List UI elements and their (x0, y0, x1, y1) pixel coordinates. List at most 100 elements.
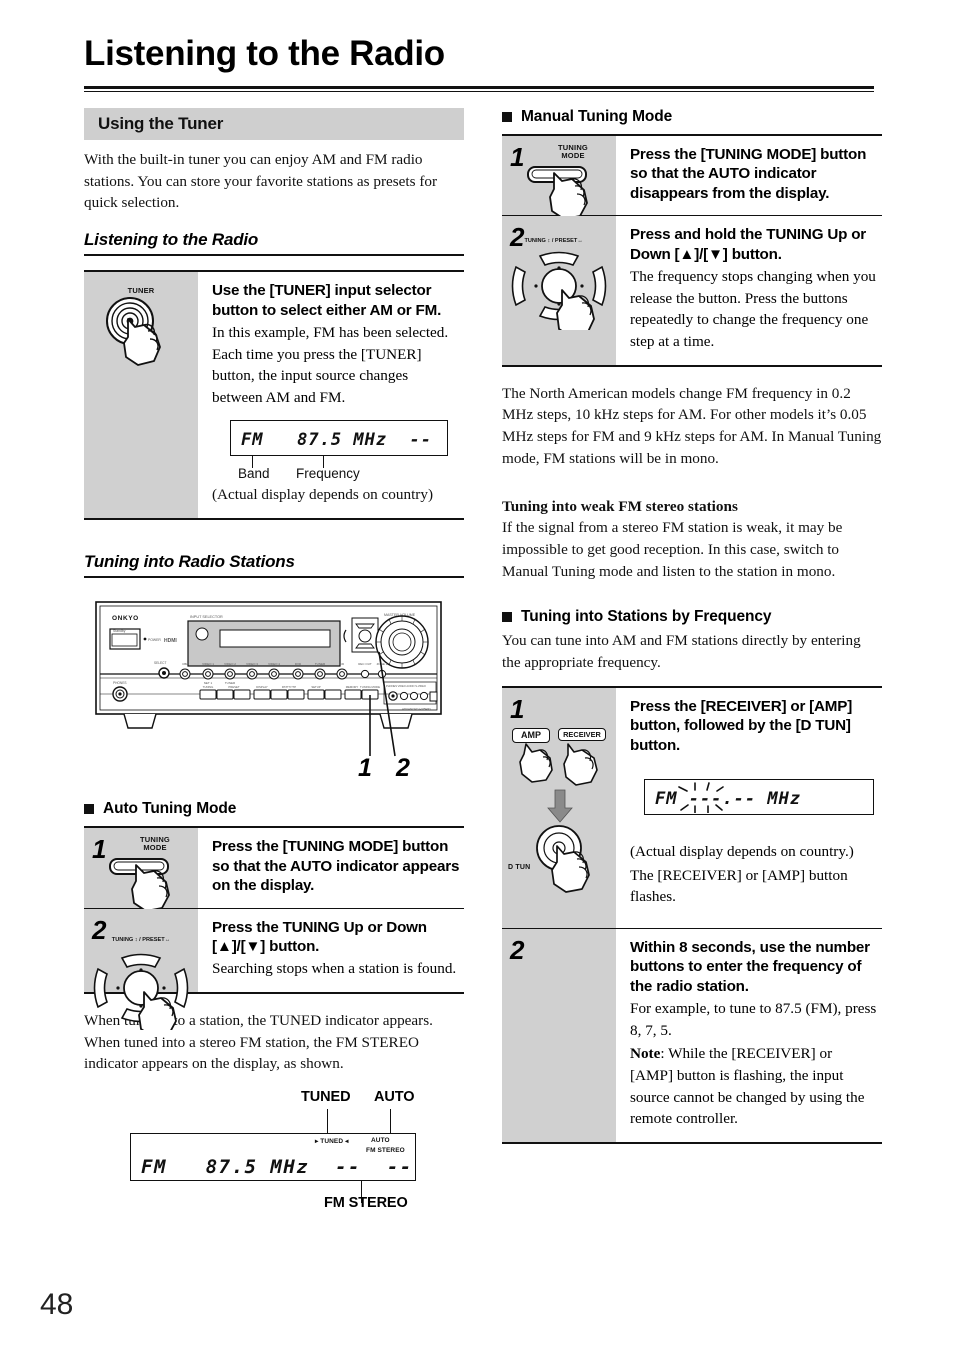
flashing-indicator-icon (678, 782, 724, 814)
page-number: 48 (40, 1288, 74, 1321)
svg-text:ONKYO: ONKYO (112, 615, 139, 622)
svg-text:TUNING MODE: TUNING MODE (360, 685, 380, 689)
step-desc-text: Searching stops when a station is found. (212, 960, 457, 978)
by-frequency-intro: You can tune into AM and FM stations dir… (502, 632, 861, 672)
square-bullet-icon (502, 612, 512, 623)
manual-step2-content: Press and hold the TUNING Up or Down [▲]… (616, 216, 882, 364)
left-column: Using the Tuner With the built-in tuner … (84, 108, 464, 1211)
manual-tuning-mode-label: Manual Tuning Mode (521, 108, 673, 125)
manual-step1-illustration-cell: 1 TUNING MODE (502, 136, 616, 220)
auto-tuning-mode-label: Auto Tuning Mode (103, 800, 237, 818)
weak-fm-paragraph: If the signal from a stereo FM station i… (502, 519, 843, 580)
svg-text:HDMI: HDMI (164, 638, 177, 644)
step-bold-text: Press the TUNING Up or Down [▲]/[▼] butt… (212, 918, 427, 955)
svg-text:MEMORY: MEMORY (346, 685, 359, 689)
step-number: 2 (510, 934, 525, 965)
freq-step2-illustration-cell: 2 (502, 928, 616, 1142)
step-row: 2 TUNING ↕ / PRESET↔ (502, 216, 882, 365)
subheading-tuning-into-radio-stations: Tuning into Radio Stations (84, 552, 464, 579)
tuner-step-table: TUNER Use the [TUNER] input selector but… (84, 270, 464, 521)
by-frequency-label: Tuning into Stations by Frequency (521, 608, 772, 626)
svg-text:ZONE 2: ZONE 2 (377, 662, 388, 666)
weak-fm-heading: Tuning into weak FM stereo stations (502, 497, 738, 515)
step-row: 2 Within 8 seconds, use the number butto… (502, 928, 882, 1142)
svg-text:DVD: DVD (295, 662, 302, 666)
frequency-entry-lcd-display: FM ---.-- MHz (644, 779, 874, 816)
by-frequency-steps-table: 1 AMP RECEIVER D TUN Press the [RECEIVER… (502, 685, 882, 1144)
freq-step1-illustration-cell: 1 AMP RECEIVER D TUN (502, 687, 616, 928)
tuner-lcd-footnote: (Actual display depends on country) (212, 486, 434, 504)
freq-step1-desc-2: The [RECEIVER] or [AMP] button flashes. (630, 866, 848, 906)
manual-page: Listening to the Radio Using the Tuner W… (0, 0, 954, 1348)
step-row: 1 AMP RECEIVER D TUN Press the [RECEIVER… (502, 687, 882, 929)
svg-text:ADVANCED HYBRID: ADVANCED HYBRID (402, 707, 431, 711)
tuner-step-bold: Use the [TUNER] input selector button to… (212, 282, 442, 319)
lcd-indicator-fm-stereo: FM STEREO (366, 1147, 405, 1155)
step-row: 2 TUNING ↕ / PRESET↔ (84, 908, 464, 1038)
svg-text:PHONES VIDEO AUDIO S-VID: PHONES VIDEO AUDIO S-VIDEO (386, 684, 426, 688)
manual-tuning-steps-table: 1 TUNING MODE Press the [TUNING MODE] bu… (502, 134, 882, 367)
tuned-lcd-display: ▸ TUNED ◂ AUTO FM STEREO FM 87.5 MHz -- … (130, 1133, 416, 1182)
note-body: : While the [RECEIVER] or [AMP] button i… (630, 1045, 865, 1128)
receiver-callout-1: 1 (358, 754, 372, 783)
frequency-steps-paragraph: The North American models change FM freq… (502, 384, 882, 467)
square-bullet-icon (84, 804, 94, 815)
lcd-indicator-tuned: ▸ TUNED ◂ (315, 1138, 349, 1146)
svg-text:REC OUT: REC OUT (358, 662, 372, 666)
auto-step2-content: Press the TUNING Up or Down [▲]/[▼] butt… (198, 909, 464, 992)
dpad-label: TUNING ↕ / PRESET↔ (111, 936, 171, 943)
frequency-label: Frequency (296, 466, 360, 482)
svg-text:SELECT: SELECT (154, 661, 166, 665)
svg-text:VIDEO 2: VIDEO 2 (224, 662, 236, 666)
step-bold-text: Within 8 seconds, use the number buttons… (630, 938, 870, 995)
svg-text:RT/PTY/TP: RT/PTY/TP (282, 685, 296, 689)
step-bold-text: Press the [TUNING MODE] button so that t… (630, 146, 867, 202)
step-bold-text: Press the [RECEIVER] or [AMP] button, fo… (630, 697, 853, 754)
freq-step2-note: Note: While the [RECEIVER] or [AMP] butt… (630, 1043, 878, 1129)
title-divider (84, 86, 874, 92)
manual-step1-content: Press the [TUNING MODE] button so that t… (616, 136, 882, 215)
freq-step1-desc-1: (Actual display depends on country.) (630, 843, 854, 861)
tuned-leader-line (327, 1109, 329, 1134)
tuned-lcd-text: FM 87.5 MHz -- -- (141, 1156, 413, 1179)
step-row: 1 TUNING MODE Press the [TUNING MODE] bu… (84, 828, 464, 912)
auto-step2-illustration-cell: 2 TUNING ↕ / PRESET↔ (84, 908, 198, 1038)
svg-text:VIDEO 3: VIDEO 3 (246, 662, 258, 666)
svg-text:VIDEO 4: VIDEO 4 (268, 662, 280, 666)
step-desc-text: The frequency stops changing when you re… (630, 268, 876, 350)
svg-text:PHONES: PHONES (113, 681, 126, 685)
tuner-step-content: Use the [TUNER] input selector button to… (198, 272, 464, 518)
auto-step1-content: Press the [TUNING MODE] button so that t… (198, 828, 464, 907)
tuner-lcd-text: FM 87.5 MHz -- (241, 430, 432, 451)
svg-text:Standby: Standby (113, 629, 126, 633)
heading-auto-tuning-mode: Auto Tuning Mode (84, 800, 464, 818)
auto-leader-line (390, 1109, 392, 1134)
callout-fm-stereo: FM STEREO (324, 1195, 408, 1212)
square-bullet-icon (502, 112, 512, 122)
tuner-button-label: TUNER (127, 286, 155, 296)
subheading-listening-to-the-radio: Listening to the Radio (84, 230, 464, 257)
auto-tuning-steps-table: 1 TUNING MODE Press the [TUNING MODE] bu… (84, 826, 464, 1038)
svg-text:POWER: POWER (148, 638, 161, 642)
freq-step2-desc-1: For example, to tune to 87.5 (FM), press… (630, 1000, 877, 1039)
heading-manual-tuning-mode: Manual Tuning Mode (502, 108, 882, 126)
receiver-callout-2: 2 (396, 754, 410, 783)
svg-text:DISPLAY: DISPLAY (256, 685, 268, 689)
freq-step1-content: Press the [RECEIVER] or [AMP] button, fo… (616, 688, 882, 928)
svg-text:VIDEO 1: VIDEO 1 (202, 662, 214, 666)
note-label: Note (630, 1045, 661, 1063)
svg-text:TUNER: TUNER (315, 662, 326, 666)
svg-text:PRESET: PRESET (228, 685, 239, 689)
step-number: 1 (510, 693, 525, 724)
freq-step2-content: Within 8 seconds, use the number buttons… (616, 929, 882, 1142)
intro-paragraph: With the built-in tuner you can enjoy AM… (84, 151, 438, 212)
tuned-display-figure: TUNED AUTO ▸ TUNED ◂ AUTO FM STEREO FM 8… (84, 1089, 464, 1211)
step-bold-text: Press the [TUNING MODE] button so that t… (212, 838, 460, 895)
receiver-illustration: ONKYO Standby POWER HDMI INPUT SELECTOR (84, 594, 464, 794)
section-heading-using-the-tuner: Using the Tuner (84, 108, 464, 140)
page-title: Listening to the Radio (84, 34, 445, 73)
svg-text:SETUP: SETUP (311, 685, 320, 689)
svg-text:INPUT SELECTOR: INPUT SELECTOR (190, 615, 223, 619)
tuner-illustration-cell: TUNER (84, 272, 198, 519)
heading-tuning-into-stations-by-frequency: Tuning into Stations by Frequency (502, 608, 882, 626)
